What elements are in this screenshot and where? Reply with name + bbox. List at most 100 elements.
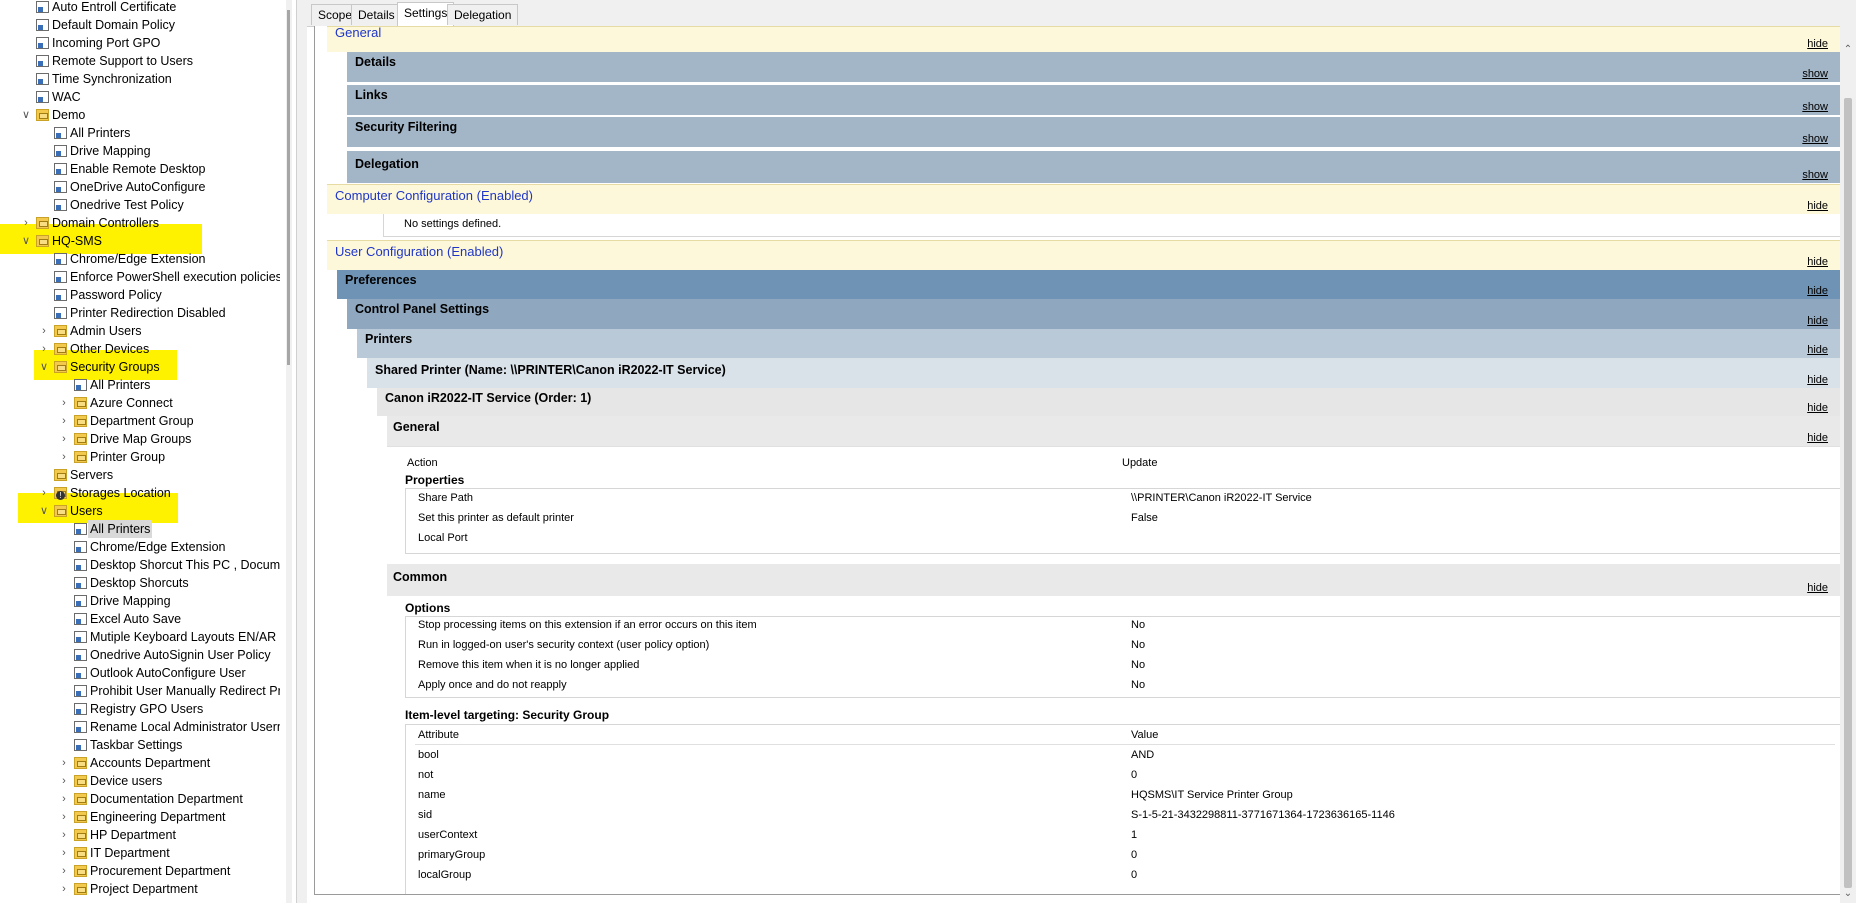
gpo-tree-pane[interactable]: Auto Entroll Certificate Default Domain P…: [0, 0, 280, 903]
chevron-right-icon[interactable]: ›: [58, 412, 70, 430]
delegation-section-header[interactable]: Delegation show: [347, 151, 1840, 183]
printers-header[interactable]: Printers hide: [357, 329, 1840, 358]
tree-item[interactable]: Servers: [0, 466, 280, 484]
scroll-up-arrow-icon[interactable]: ⌃: [1843, 44, 1853, 55]
shared-printer-hide-link[interactable]: hide: [1807, 374, 1828, 386]
tree-item[interactable]: Registry GPO Users: [0, 700, 280, 718]
tree-item[interactable]: Password Policy: [0, 286, 280, 304]
user-config-hide-link[interactable]: hide: [1807, 256, 1828, 268]
tree-item[interactable]: All Printers: [0, 124, 280, 142]
delegation-show-link[interactable]: show: [1802, 169, 1828, 181]
chevron-right-icon[interactable]: ›: [58, 430, 70, 448]
general-hide-link[interactable]: hide: [1807, 38, 1828, 50]
general-section-header[interactable]: General hide: [327, 26, 1840, 52]
tree-item[interactable]: Desktop Shorcuts: [0, 574, 280, 592]
tree-item[interactable]: › Admin Users: [0, 322, 280, 340]
tree-item[interactable]: › Department Group: [0, 412, 280, 430]
report-scrollbar-thumb[interactable]: [1844, 98, 1852, 888]
chevron-down-icon[interactable]: ∨: [38, 358, 50, 376]
canon-item-header[interactable]: Canon iR2022-IT Service (Order: 1) hide: [377, 388, 1840, 416]
tab-delegation[interactable]: Delegation: [447, 4, 519, 25]
chevron-right-icon[interactable]: ›: [38, 322, 50, 340]
tree-item[interactable]: Chrome/Edge Extension: [0, 538, 280, 556]
tree-item[interactable]: Onedrive Test Policy: [0, 196, 280, 214]
tree-item[interactable]: Mutiple Keyboard Layouts EN/AR: [0, 628, 280, 646]
tree-item[interactable]: Incoming Port GPO: [0, 34, 280, 52]
shared-printer-header[interactable]: Shared Printer (Name: \\PRINTER\Canon iR…: [367, 358, 1840, 388]
tree-item[interactable]: Drive Mapping: [0, 592, 280, 610]
tree-item[interactable]: ∨ Demo: [0, 106, 280, 124]
scroll-down-arrow-icon[interactable]: ⌄: [1843, 888, 1853, 899]
common-header[interactable]: Common hide: [387, 564, 1840, 596]
chevron-right-icon[interactable]: ›: [38, 484, 50, 502]
tree-item[interactable]: Prohibit User Manually Redirect Pr: [0, 682, 280, 700]
tree-item[interactable]: Default Domain Policy: [0, 16, 280, 34]
security-filtering-section-header[interactable]: Security Filtering show: [347, 117, 1840, 147]
control-panel-header[interactable]: Control Panel Settings hide: [347, 299, 1840, 329]
chevron-right-icon[interactable]: ›: [58, 862, 70, 880]
tree-item[interactable]: › HP Department: [0, 826, 280, 844]
tree-item[interactable]: Rename Local Administrator Usern: [0, 718, 280, 736]
chevron-right-icon[interactable]: ›: [58, 448, 70, 466]
tree-item[interactable]: Onedrive AutoSignin User Policy: [0, 646, 280, 664]
chevron-down-icon[interactable]: ∨: [38, 502, 50, 520]
report-scrollbar[interactable]: ⌃ ⌄: [1840, 26, 1856, 903]
tree-item[interactable]: ∨ Users: [0, 502, 280, 520]
chevron-down-icon[interactable]: ∨: [20, 232, 32, 250]
tree-item[interactable]: All Printers: [0, 520, 280, 538]
links-section-header[interactable]: Links show: [347, 85, 1840, 115]
tab-settings[interactable]: Settings: [397, 2, 455, 26]
tree-item[interactable]: › Project Department: [0, 880, 280, 898]
preferences-hide-link[interactable]: hide: [1807, 285, 1828, 297]
tree-item[interactable]: › IT Department: [0, 844, 280, 862]
tree-item[interactable]: › Documentation Department: [0, 790, 280, 808]
tree-item[interactable]: Time Synchronization: [0, 70, 280, 88]
tree-item[interactable]: Printer Redirection Disabled: [0, 304, 280, 322]
computer-config-hide-link[interactable]: hide: [1807, 200, 1828, 212]
tree-item[interactable]: › Drive Map Groups: [0, 430, 280, 448]
tree-item[interactable]: › Domain Controllers: [0, 214, 280, 232]
tree-item[interactable]: Excel Auto Save: [0, 610, 280, 628]
chevron-right-icon[interactable]: ›: [58, 790, 70, 808]
printers-hide-link[interactable]: hide: [1807, 344, 1828, 356]
tree-item[interactable]: › Printer Group: [0, 448, 280, 466]
tree-item[interactable]: Remote Support to Users: [0, 52, 280, 70]
tree-item[interactable]: › Accounts Department: [0, 754, 280, 772]
control-panel-hide-link[interactable]: hide: [1807, 315, 1828, 327]
chevron-right-icon[interactable]: ›: [58, 754, 70, 772]
details-section-header[interactable]: Details show: [347, 52, 1840, 82]
inner-general-header[interactable]: General hide: [387, 416, 1840, 446]
tree-item[interactable]: › Other Devices: [0, 340, 280, 358]
inner-general-hide-link[interactable]: hide: [1807, 432, 1828, 444]
tree-item[interactable]: › Procurement Department: [0, 862, 280, 880]
tree-item[interactable]: Outlook AutoConfigure User: [0, 664, 280, 682]
tree-item[interactable]: › Storages Location: [0, 484, 280, 502]
tree-item[interactable]: › Azure Connect: [0, 394, 280, 412]
chevron-right-icon[interactable]: ›: [58, 826, 70, 844]
pane-splitter[interactable]: [296, 0, 307, 903]
tree-item[interactable]: › Engineering Department: [0, 808, 280, 826]
tree-item[interactable]: ∨ HQ-SMS: [0, 232, 280, 250]
user-config-header[interactable]: User Configuration (Enabled) hide: [327, 240, 1840, 270]
tree-scrollbar[interactable]: [286, 0, 292, 903]
tree-item[interactable]: Auto Entroll Certificate: [0, 0, 280, 16]
tree-item[interactable]: Enforce PowerShell execution policies: [0, 268, 280, 286]
tree-item[interactable]: Chrome/Edge Extension: [0, 250, 280, 268]
security-filtering-show-link[interactable]: show: [1802, 133, 1828, 145]
tab-details[interactable]: Details: [351, 4, 402, 25]
chevron-right-icon[interactable]: ›: [58, 394, 70, 412]
chevron-right-icon[interactable]: ›: [58, 808, 70, 826]
chevron-right-icon[interactable]: ›: [58, 880, 70, 898]
chevron-right-icon[interactable]: ›: [58, 844, 70, 862]
preferences-header[interactable]: Preferences hide: [337, 270, 1840, 299]
chevron-right-icon[interactable]: ›: [38, 340, 50, 358]
computer-config-header[interactable]: Computer Configuration (Enabled) hide: [327, 184, 1840, 214]
tree-item[interactable]: All Printers: [0, 376, 280, 394]
tree-item[interactable]: Desktop Shorcut This PC , Docume: [0, 556, 280, 574]
chevron-right-icon[interactable]: ›: [20, 214, 32, 232]
tree-item[interactable]: › Device users: [0, 772, 280, 790]
chevron-down-icon[interactable]: ∨: [20, 106, 32, 124]
tree-item[interactable]: Taskbar Settings: [0, 736, 280, 754]
links-show-link[interactable]: show: [1802, 101, 1828, 113]
tree-item[interactable]: Drive Mapping: [0, 142, 280, 160]
